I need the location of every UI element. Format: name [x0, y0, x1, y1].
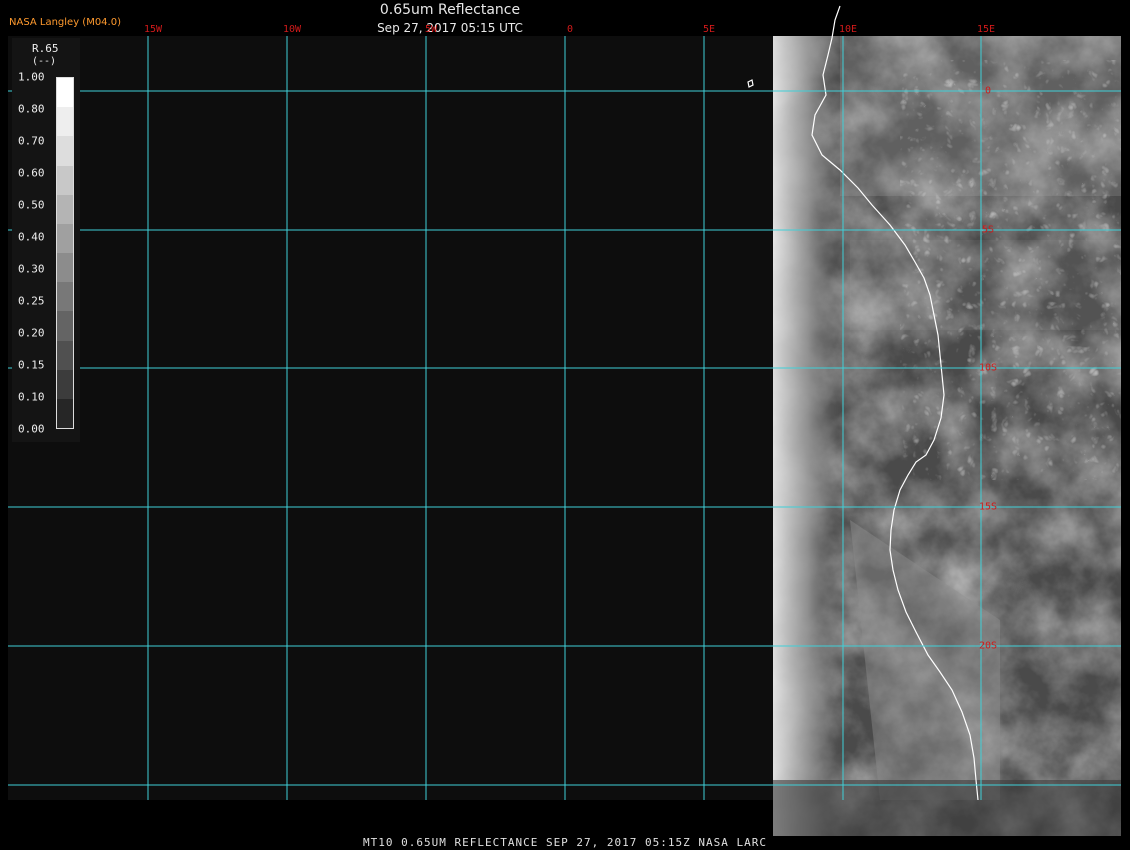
legend-swatch — [57, 253, 73, 283]
legend-swatch — [57, 78, 73, 108]
legend-swatch — [57, 340, 73, 371]
legend-tick-label: 0.70 — [18, 134, 45, 148]
legend-tick-label: 0.30 — [18, 262, 45, 276]
longitude-label: 10E — [838, 24, 858, 35]
legend-tick-label: 0.50 — [18, 198, 45, 212]
latitude-label: 0 — [984, 85, 992, 97]
longitude-label: 15E — [976, 24, 996, 35]
satellite-image-frame: NASA Langley (M04.0) 0.65um Reflectance … — [0, 0, 1130, 850]
legend-swatch — [57, 223, 73, 254]
latitude-label: 15S — [978, 501, 998, 513]
legend-units: (--) — [32, 56, 57, 67]
legend-tick-label: 0.60 — [18, 166, 45, 180]
legend-swatch — [57, 398, 73, 429]
latitude-label: 5S — [981, 224, 995, 236]
legend-swatch — [57, 165, 73, 196]
legend-variable: R.65 — [32, 42, 59, 55]
longitude-label: 5W — [424, 24, 438, 35]
longitude-label: 0 — [566, 24, 574, 35]
image-timestamp: Sep 27, 2017 05:15 UTC — [377, 21, 523, 35]
legend-tick-label: 0.20 — [18, 326, 45, 340]
legend-tick-label: 0.80 — [18, 102, 45, 116]
longitude-label: 10W — [282, 24, 302, 35]
satellite-swath — [773, 36, 1121, 836]
legend-swatch — [57, 311, 73, 341]
footer-caption: MT10 0.65UM REFLECTANCE SEP 27, 2017 05:… — [363, 836, 767, 849]
longitude-label: 5E — [702, 24, 716, 35]
legend-tick-label: 0.15 — [18, 358, 45, 372]
latitude-label: 10S — [978, 362, 998, 374]
reflectance-map — [0, 0, 1130, 850]
legend-tick-label: 0.00 — [18, 422, 45, 436]
legend-swatch — [57, 136, 73, 166]
legend-swatch — [57, 369, 73, 400]
image-title: 0.65um Reflectance — [379, 2, 521, 18]
legend-tick-label: 1.00 — [18, 70, 45, 84]
legend-color-bar — [56, 77, 74, 429]
color-scale-legend: R.65 (--) 1.00 0.80 0.70 0.60 0.50 0.40 0.30 0.… — [12, 38, 80, 442]
legend-tick-label: 0.40 — [18, 230, 45, 244]
latitude-label: 20S — [978, 640, 998, 652]
legend-tick-label: 0.25 — [18, 294, 45, 308]
legend-swatch — [57, 107, 73, 137]
legend-tick-label: 0.10 — [18, 390, 45, 404]
longitude-label: 15W — [143, 24, 163, 35]
legend-swatch — [57, 194, 73, 225]
legend-swatch — [57, 282, 73, 312]
